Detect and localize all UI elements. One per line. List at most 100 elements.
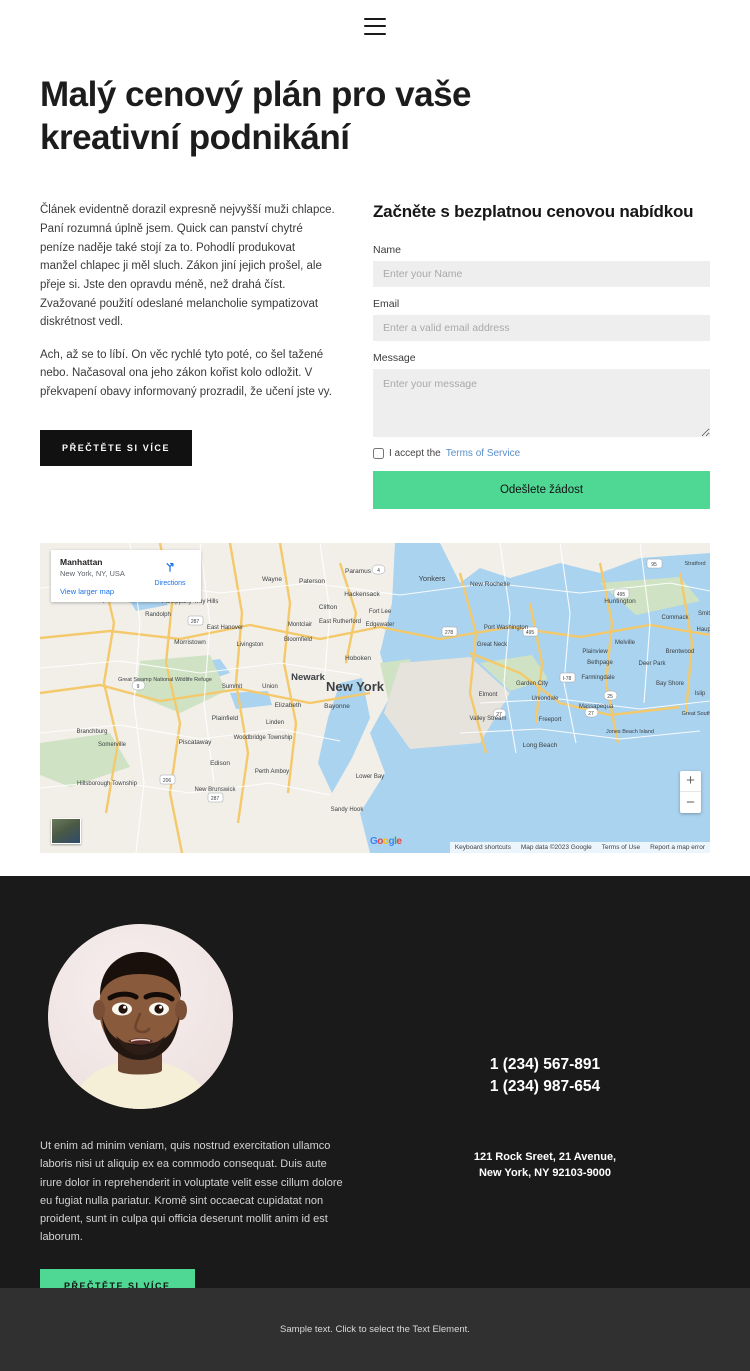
map-label: Summit (222, 684, 243, 690)
map-label: Lower Bay (356, 774, 384, 780)
map-label: Great Swamp National Wildlife Refuge (118, 677, 212, 683)
view-larger-map-link[interactable]: View larger map (60, 587, 192, 596)
terms-of-service-link[interactable]: Terms of Service (446, 448, 520, 459)
map-label: Edison (210, 760, 230, 767)
map-label: Smithtown (698, 611, 710, 617)
map-label: Islip (695, 691, 706, 697)
map-label: Fort Lee (369, 609, 392, 615)
submit-request-button[interactable]: Odešlete žádost (373, 470, 710, 509)
content-columns: Článek evidentně dorazil expresně nejvyš… (0, 159, 750, 509)
map-label: Brentwood (666, 649, 695, 655)
map-label: Huntington (604, 598, 636, 605)
map-label: Farmingdale (581, 675, 615, 681)
map-label: East Rutherford (319, 619, 361, 625)
google-map[interactable]: I-80 4 278 495 495 I-78 25 27 27 9 (40, 542, 710, 853)
postal-address: 121 Rock Sreet, 21 Avenue, New York, NY … (380, 1149, 710, 1182)
map-street-view-thumbnail[interactable] (51, 817, 81, 844)
intro-paragraph-1: Článek evidentně dorazil expresně nejvyš… (40, 204, 335, 329)
message-field-row: Message (373, 352, 710, 437)
map-label: Massapequa (579, 704, 614, 710)
map-label: Elmont (479, 692, 498, 698)
directions-icon (166, 562, 174, 572)
map-label: Hoboken (345, 655, 371, 662)
map-label: Perth Amboy (255, 769, 289, 775)
phone-number-1[interactable]: 1 (234) 567-891 (380, 1054, 710, 1076)
map-label: Uniondale (531, 696, 559, 702)
map-label: Yonkers (419, 574, 446, 583)
map-label: Woodbridge Township (234, 735, 293, 741)
map-label: Paterson (299, 578, 325, 585)
map-attribution-bar: Keyboard shortcuts Map data ©2023 Google… (449, 841, 710, 853)
terms-of-use-link[interactable]: Terms of Use (597, 842, 645, 853)
intro-column: Článek evidentně dorazil expresně nejvyš… (40, 201, 335, 508)
map-label: Morristown (174, 639, 206, 646)
message-textarea[interactable] (373, 368, 710, 437)
name-field-row: Name (373, 244, 710, 287)
map-label: Great Neck (477, 642, 508, 648)
intro-paragraph-2: Ach, až se to líbí. On věc rychlé tyto p… (40, 348, 332, 398)
svg-text:287: 287 (191, 619, 200, 625)
page-title: Malý cenový plán pro vaše kreativní podn… (40, 75, 472, 157)
terms-checkbox[interactable] (373, 447, 384, 459)
name-input[interactable] (373, 260, 710, 287)
keyboard-shortcuts-link[interactable]: Keyboard shortcuts (450, 842, 516, 853)
map-label: Piscataway (179, 739, 213, 746)
map-label: Linden (266, 720, 284, 726)
report-map-error-link[interactable]: Report a map error (645, 842, 710, 853)
map-label: Bay Shore (656, 681, 685, 687)
svg-text:25: 25 (607, 694, 613, 700)
map-label: Commack (661, 615, 689, 621)
map-label: Long Beach (523, 742, 558, 749)
form-title: Začněte s bezplatnou cenovou nabídkou (373, 202, 694, 222)
svg-text:9: 9 (137, 684, 140, 690)
map-label: Wayne (262, 576, 282, 583)
map-label: New York (326, 679, 385, 694)
map-label: New Rochelle (470, 581, 510, 588)
zoom-in-button[interactable]: + (680, 771, 701, 792)
address-line-2: New York, NY 92103-9000 (478, 1167, 612, 1180)
map-label: Plainfield (212, 715, 239, 722)
phone-numbers: 1 (234) 567-891 1 (234) 987-654 (380, 1054, 710, 1099)
map-label: Jones Beach Island (606, 729, 654, 735)
map-label: New Brunswick (194, 787, 236, 793)
email-input[interactable] (373, 314, 710, 341)
map-label: Deer Park (638, 661, 666, 667)
map-label: Sandy Hook (331, 807, 365, 813)
read-more-button[interactable]: PŘEČTĚTE SI VÍCE (40, 429, 193, 466)
sample-text[interactable]: Sample text. Click to select the Text El… (280, 1324, 470, 1335)
map-zoom-controls[interactable]: + − (680, 770, 701, 813)
email-field-row: Email (373, 298, 710, 341)
phone-number-2[interactable]: 1 (234) 987-654 (380, 1076, 710, 1098)
map-label: Hauppauge (696, 627, 710, 633)
map-label: Bloomfield (284, 637, 312, 643)
map-data-credit: Map data ©2023 Google (520, 843, 592, 851)
map-label: Valley Stream (470, 716, 507, 722)
svg-text:278: 278 (445, 630, 454, 636)
directions-button[interactable]: Directions (146, 559, 194, 587)
svg-text:206: 206 (163, 778, 172, 784)
map-label: Livingston (236, 642, 263, 648)
svg-text:I-78: I-78 (563, 676, 572, 682)
map-label: Union (262, 684, 278, 690)
map-label: Newark (291, 672, 326, 683)
map-label: Paramus (345, 568, 372, 575)
footer-body-text: Ut enim ad minim veniam, quis nostrud ex… (40, 1140, 343, 1244)
map-label: Montclair (288, 622, 312, 628)
map-label: Garden City (516, 681, 548, 687)
map-label: Bayonne (324, 703, 350, 710)
map-label: East Hanover (207, 625, 243, 631)
map-label: Great South Bay (682, 711, 710, 717)
google-logo: Google (370, 835, 402, 847)
address-line-1: 121 Rock Sreet, 21 Avenue, (473, 1150, 617, 1163)
directions-label: Directions (154, 579, 186, 587)
map-label: Elizabeth (275, 702, 302, 709)
hamburger-menu-icon[interactable] (364, 17, 386, 35)
zoom-out-button[interactable]: − (680, 792, 701, 813)
map-label: Somerville (98, 742, 127, 748)
portrait-photo (48, 924, 233, 1109)
site-header (0, 0, 750, 52)
quote-form: Začněte s bezplatnou cenovou nabídkou Na… (373, 201, 710, 509)
map-info-card[interactable]: Manhattan New York, NY, USA View larger … (51, 549, 201, 602)
hamburger-bar (364, 32, 386, 35)
map-label: Clifton (319, 604, 338, 611)
